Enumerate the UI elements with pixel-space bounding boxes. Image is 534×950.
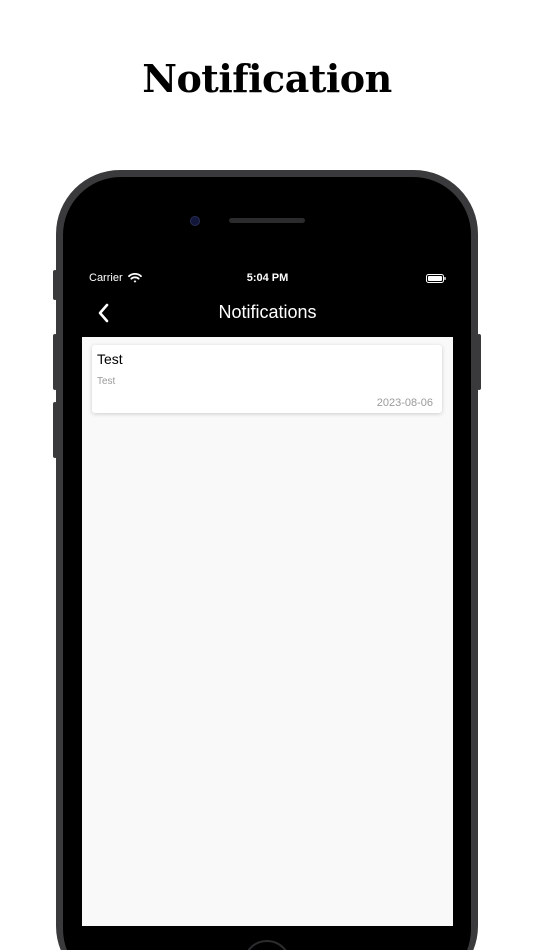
battery-icon	[426, 274, 446, 283]
power-button	[477, 334, 481, 390]
promo-title: Notification	[142, 56, 392, 101]
earpiece-speaker	[229, 218, 305, 223]
navigation-bar: Notifications	[82, 290, 453, 337]
volume-down-button	[53, 402, 57, 458]
notification-body: Test	[97, 376, 116, 387]
notification-date: 2023-08-06	[376, 397, 433, 409]
status-bar: Carrier 5:04 PM	[82, 268, 453, 290]
volume-up-button	[53, 334, 57, 390]
notification-card[interactable]: Test Test 2023-08-06	[92, 345, 442, 413]
front-camera	[190, 216, 200, 226]
promo-page: Notification Carrier 5:04 PM Notificatio…	[0, 0, 534, 950]
mute-switch	[53, 270, 57, 300]
notification-title: Test	[97, 351, 123, 367]
page-title: Notifications	[218, 302, 317, 322]
phone-screen: Carrier 5:04 PM Notifications Test Test …	[82, 268, 453, 926]
status-time: 5:04 PM	[246, 272, 289, 284]
